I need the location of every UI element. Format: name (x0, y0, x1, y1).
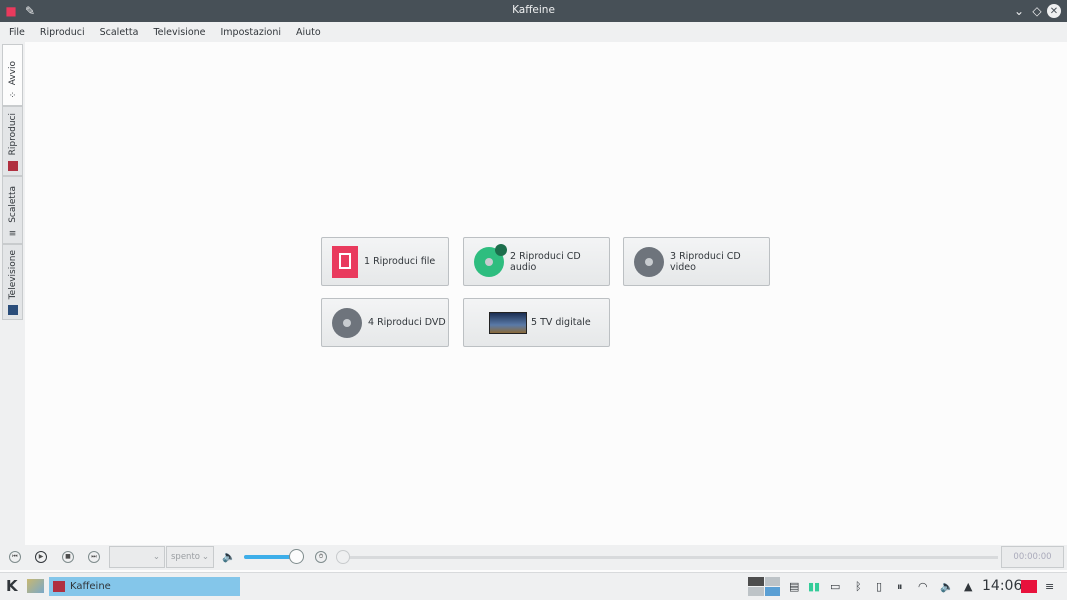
window-title: Kaffeine (512, 4, 555, 16)
volume-handle[interactable] (289, 549, 305, 564)
menu-aiuto[interactable]: Aiuto (290, 27, 327, 38)
tv-icon (7, 305, 18, 315)
time-display[interactable]: 00:00:00 (1001, 546, 1064, 568)
tab-riproduci[interactable]: Riproduci (2, 106, 23, 176)
button-label: 1 Riproduci file (364, 256, 436, 267)
kde-launcher-icon[interactable]: K (6, 577, 18, 595)
menu-riproduci[interactable]: Riproduci (34, 27, 91, 38)
volume-icon[interactable]: 🔈 (222, 550, 236, 563)
tab-label: Avvio (7, 60, 18, 85)
menu-bar: File Riproduci Scaletta Televisione Impo… (0, 22, 1067, 42)
player-icon (7, 161, 18, 171)
volume-slider[interactable] (244, 549, 305, 564)
playlist-icon: ≡ (8, 229, 17, 239)
seek-handle[interactable] (336, 550, 350, 564)
bluetooth-icon[interactable]: ᛒ (855, 580, 862, 593)
wifi-icon[interactable]: ◠ (918, 580, 928, 593)
button-label: 4 Riproduci DVD (368, 317, 446, 328)
play-button[interactable]: ▶ (35, 551, 47, 563)
chevron-down-icon: ⌄ (152, 552, 160, 562)
video-cd-icon (634, 246, 664, 277)
task-label: Kaffeine (70, 581, 111, 592)
side-tab-bar: Avvio ⁘ Riproduci Scaletta ≡ Televisione (0, 42, 25, 545)
next-button[interactable]: ⏭ (88, 551, 100, 563)
tab-label: Televisione (7, 249, 18, 299)
seek-slider[interactable] (336, 550, 998, 564)
usb-device-icon[interactable]: ▯ (876, 580, 882, 593)
previous-button[interactable]: ⏮ (9, 551, 21, 563)
menu-scaletta[interactable]: Scaletta (94, 27, 145, 38)
play-dvd-button[interactable]: 4 Riproduci DVD (321, 298, 449, 347)
chevron-down-icon: ⌄ (201, 552, 209, 562)
stop-button[interactable]: ■ (62, 551, 74, 563)
volume-tray-icon[interactable]: 🔈 (940, 580, 954, 593)
minimize-button[interactable]: ⌄ (1011, 3, 1027, 19)
file-video-icon (332, 245, 358, 278)
play-file-button[interactable]: 1 Riproduci file (321, 237, 449, 286)
subtitle-value: spento (171, 552, 200, 562)
kaffeine-icon (53, 581, 65, 592)
menu-televisione[interactable]: Televisione (147, 27, 211, 38)
button-label: 5 TV digitale (531, 317, 591, 328)
close-button[interactable]: ✕ (1047, 4, 1061, 18)
taskbar: K Kaffeine ▤ ▮▮ ▭ ᛒ ▯ ⏸ ◠ 🔈 ▲ 14:06 ≡ (0, 572, 1067, 600)
show-desktop-icon[interactable] (27, 579, 44, 593)
tab-televisione[interactable]: Televisione (2, 244, 23, 320)
tab-scaletta[interactable]: Scaletta ≡ (2, 176, 23, 244)
task-kaffeine[interactable]: Kaffeine (49, 577, 240, 596)
subtitle-select[interactable]: spento ⌄ (166, 546, 214, 568)
tab-avvio[interactable]: Avvio ⁘ (2, 44, 23, 106)
menu-icon[interactable]: ≡ (1045, 580, 1054, 593)
maximize-button[interactable]: ◇ (1029, 3, 1045, 19)
audio-cd-icon (474, 243, 507, 277)
tv-icon (489, 311, 527, 334)
clock[interactable]: 14:06 (982, 578, 1022, 594)
playback-controls: ⏮ ▶ ■ ⏭ ⌄ spento ⌄ 🔈 ⏱ 00:00:00 (0, 545, 1067, 570)
tab-label: Riproduci (7, 112, 18, 155)
tab-label: Scaletta (7, 186, 18, 223)
play-video-cd-button[interactable]: 3 Riproduci CD video (623, 237, 770, 286)
expand-tray-icon[interactable]: ▲ (964, 580, 972, 593)
menu-impostazioni[interactable]: Impostazioni (215, 27, 288, 38)
dvd-icon (332, 307, 362, 338)
pager[interactable] (748, 577, 780, 596)
button-label: 2 Riproduci CD audio (510, 250, 581, 273)
title-bar: ■ ✎ Kaffeine ⌄ ◇ ✕ (0, 0, 1067, 22)
play-audio-cd-button[interactable]: 2 Riproduci CD audio (463, 237, 610, 286)
clipboard-icon[interactable]: ▤ (789, 580, 799, 593)
folder-icon[interactable] (1021, 580, 1037, 593)
audio-channel-select[interactable]: ⌄ (109, 546, 165, 568)
button-label: 3 Riproduci CD video (670, 250, 741, 273)
menu-file[interactable]: File (3, 27, 31, 38)
network-monitor-icon[interactable]: ▮▮ (808, 580, 820, 593)
jump-button[interactable]: ⏱ (315, 551, 327, 563)
start-icon: ⁘ (8, 91, 17, 101)
media-pause-icon[interactable]: ⏸ (897, 580, 903, 594)
battery-icon[interactable]: ▭ (830, 580, 840, 593)
digital-tv-button[interactable]: 5 TV digitale (463, 298, 610, 347)
